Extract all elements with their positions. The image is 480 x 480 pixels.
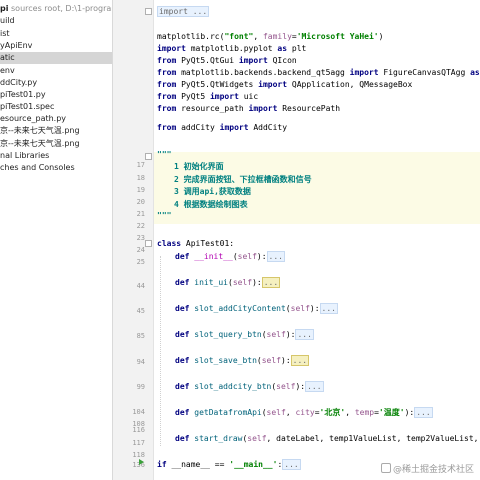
code-line-import-addcity: from addCity import AddCity — [157, 123, 288, 132]
line-number: 23 — [136, 234, 145, 242]
project-root-row[interactable]: pi sources root, D:\1-program\p — [0, 3, 112, 15]
fold-toggle-icon[interactable] — [145, 153, 152, 160]
folded-body[interactable]: ... — [319, 303, 338, 314]
line-number: 45 — [136, 307, 145, 315]
tree-item-apitest01-py[interactable]: piTest01.py — [0, 89, 46, 101]
tree-item-label: ches and Consoles — [0, 163, 75, 172]
code-line-doc-open: """ — [157, 150, 172, 159]
code-line-import-qtwidgets: from PyQt5.QtWidgets import QApplication… — [157, 80, 413, 89]
tree-item-label: piTest01.spec — [0, 102, 55, 111]
editor-gutter: 17 18 19 20 21 22 23 24 25 44 45 85 94 9… — [113, 0, 154, 480]
line-number: 20 — [136, 198, 145, 206]
line-number: 116 — [132, 426, 145, 434]
tree-item-venv[interactable]: env — [0, 65, 15, 77]
code-line-import-plt: import matplotlib.pyplot as plt — [157, 44, 307, 53]
fold-toggle-icon[interactable] — [145, 8, 152, 15]
tree-item-label: atic — [0, 53, 15, 62]
project-tree: pi sources root, D:\1-program\p uild ist… — [0, 0, 113, 480]
code-line-def-querybtn: def slot_query_btn(self):... — [175, 329, 314, 340]
code-line-def-initui: def init_ui(self):... — [175, 277, 281, 288]
watermark: @稀土掘金技术社区 — [380, 462, 474, 475]
code-line-def-addcitybtn: def slot_addcity_btn(self):... — [175, 381, 324, 392]
line-number: 44 — [136, 282, 145, 290]
folded-body[interactable]: ... — [414, 407, 433, 418]
code-line-import-resourcepath: from resource_path import ResourcePath — [157, 104, 341, 113]
line-number: 104 — [132, 408, 145, 416]
tree-item-apitest01-spec[interactable]: piTest01.spec — [0, 101, 54, 113]
run-icon[interactable] — [139, 459, 144, 465]
folded-body[interactable]: ... — [305, 381, 324, 392]
code-line-doc-close: """ — [157, 211, 172, 220]
line-number: 94 — [136, 358, 145, 366]
code-line-def-getdata: def getDatafromApi(self, city='北京', temp… — [175, 407, 433, 418]
tree-item-label: piTest01.py — [0, 90, 46, 99]
project-root-path: D:\1-program\p — [65, 4, 112, 13]
line-number: 21 — [136, 210, 145, 218]
code-line-def-addcitycontent: def slot_addCityContent(self):... — [175, 303, 338, 314]
line-number: 25 — [136, 258, 145, 266]
code-line-doc-4: 4 根据数据绘制图表 — [174, 200, 248, 209]
line-number: 22 — [136, 222, 145, 230]
code-line-def-init: def __init__(self):... — [175, 251, 285, 262]
line-number: 85 — [136, 332, 145, 340]
code-line-def-savebtn: def slot_save_btn(self):... — [175, 355, 310, 366]
tree-item-label: 京--未来七天气温.png — [0, 126, 80, 135]
tree-item-label: esource_path.py — [0, 114, 67, 123]
folded-imports[interactable]: import ... — [157, 6, 210, 17]
code-line-import-fold: import ... — [157, 6, 210, 18]
line-number: 24 — [136, 246, 145, 254]
code-line-doc-1: 1 初始化界面 — [174, 162, 224, 171]
code-line-main: if __name__ == '__main__':... — [157, 459, 301, 470]
code-line-import-qicon: from PyQt5.QtGui import QIcon — [157, 56, 297, 65]
tree-item-label: ddCity.py — [0, 78, 38, 87]
tree-item-scratches[interactable]: ches and Consoles — [0, 162, 75, 174]
tree-item-external-libraries[interactable]: nal Libraries — [0, 150, 49, 162]
tree-item-label: yApiEnv — [0, 41, 33, 50]
folded-body[interactable]: ... — [290, 355, 310, 366]
folded-body[interactable]: ... — [266, 251, 285, 262]
line-number: 99 — [136, 383, 145, 391]
project-root-name: pi — [0, 4, 9, 13]
project-root-hint: sources root, — [11, 4, 63, 13]
code-line-import-uic: from PyQt5 import uic — [157, 92, 259, 101]
code-editor[interactable]: import ... matplotlib.rc("font", family=… — [154, 0, 480, 480]
tree-item-build[interactable]: uild — [0, 15, 15, 27]
tree-item-label: ist — [0, 29, 10, 38]
line-number: 17 — [136, 161, 145, 169]
line-number: 117 — [132, 439, 145, 447]
folded-body[interactable]: ... — [282, 459, 301, 470]
tree-item-myapienv[interactable]: yApiEnv — [0, 40, 32, 52]
tree-item-png-2[interactable]: 京--未来七天气温.png — [0, 138, 80, 150]
tree-item-label: nal Libraries — [0, 151, 50, 160]
code-line-doc-2: 2 完成界面按钮、下拉框槽函数和信号 — [174, 175, 312, 184]
code-line-class: class ApiTest01: — [157, 239, 235, 248]
line-number: 18 — [136, 174, 145, 182]
brand-icon — [380, 463, 391, 473]
tree-item-dist[interactable]: ist — [0, 28, 10, 40]
tree-item-static[interactable]: atic — [0, 52, 112, 64]
folded-body[interactable]: ... — [261, 277, 281, 288]
tree-item-addcity-py[interactable]: ddCity.py — [0, 77, 37, 89]
tree-item-resource-path-py[interactable]: esource_path.py — [0, 113, 66, 125]
tree-item-label: 京--未来七天气温.png — [0, 139, 80, 148]
watermark-text: @稀土掘金技术社区 — [392, 465, 474, 475]
code-line-import-fc: from matplotlib.backends.backend_qt5agg … — [157, 68, 480, 77]
code-line-rc: matplotlib.rc("font", family='Microsoft … — [157, 32, 384, 41]
code-line-doc-3: 3 调用api,获取数据 — [174, 187, 251, 196]
tree-item-label: uild — [0, 16, 15, 25]
folded-body[interactable]: ... — [295, 329, 314, 340]
indent-guide — [160, 256, 161, 446]
tree-item-png-1[interactable]: 京--未来七天气温.png — [0, 125, 80, 137]
line-number: 19 — [136, 186, 145, 194]
fold-toggle-icon[interactable] — [145, 240, 152, 247]
tree-item-label: env — [0, 66, 15, 75]
code-line-def-startdraw: def start_draw(self, dateLabel, temp1Val… — [175, 434, 479, 443]
